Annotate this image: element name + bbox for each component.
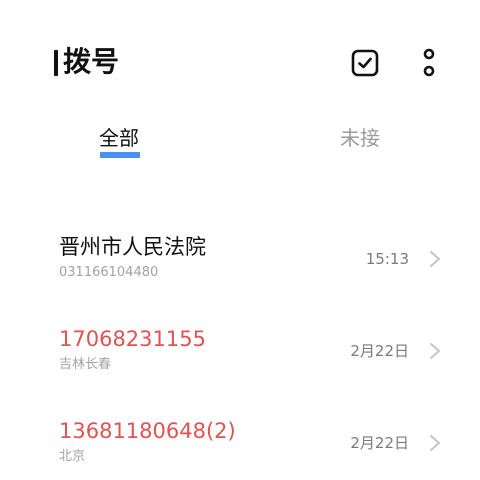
active-tab-indicator — [100, 152, 140, 158]
checkbox-square-icon — [351, 49, 379, 77]
page-title: 拨号 — [63, 45, 120, 78]
select-button[interactable] — [347, 45, 383, 81]
call-time: 2月22日 — [350, 434, 409, 452]
call-time: 2月22日 — [350, 342, 409, 360]
caller-detail: 吉林长春 — [59, 357, 112, 372]
tab-missed[interactable]: 未接 — [340, 124, 380, 152]
title-accent-bar — [54, 50, 58, 76]
caller-detail: 031166104480 — [59, 265, 159, 280]
tab-all[interactable]: 全部 — [99, 124, 139, 152]
call-log-item[interactable]: 晋州市人民法院 031166104480 15:13 — [0, 218, 480, 298]
caller-detail: 北京 — [59, 449, 86, 464]
chevron-right-icon[interactable] — [428, 342, 442, 360]
chevron-right-icon[interactable] — [428, 250, 442, 268]
header: 拨号 — [0, 0, 480, 120]
chevron-right-icon[interactable] — [428, 434, 442, 452]
more-options-button[interactable] — [411, 45, 447, 81]
call-log-item[interactable]: 13681180648(2) 北京 2月22日 — [0, 402, 480, 480]
call-log-item[interactable]: 17068231155 吉林长春 2月22日 — [0, 310, 480, 390]
more-vertical-icon — [423, 48, 435, 77]
caller-name: 晋州市人民法院 — [59, 235, 206, 259]
dialer-screen: 拨号 全部 未接 晋州市人民法院 031166104480 15:13 1706… — [0, 0, 480, 480]
call-time: 15:13 — [365, 250, 409, 268]
caller-name: 13681180648(2) — [59, 419, 236, 443]
tab-bar: 全部 未接 — [0, 118, 480, 168]
caller-name: 17068231155 — [59, 327, 206, 351]
